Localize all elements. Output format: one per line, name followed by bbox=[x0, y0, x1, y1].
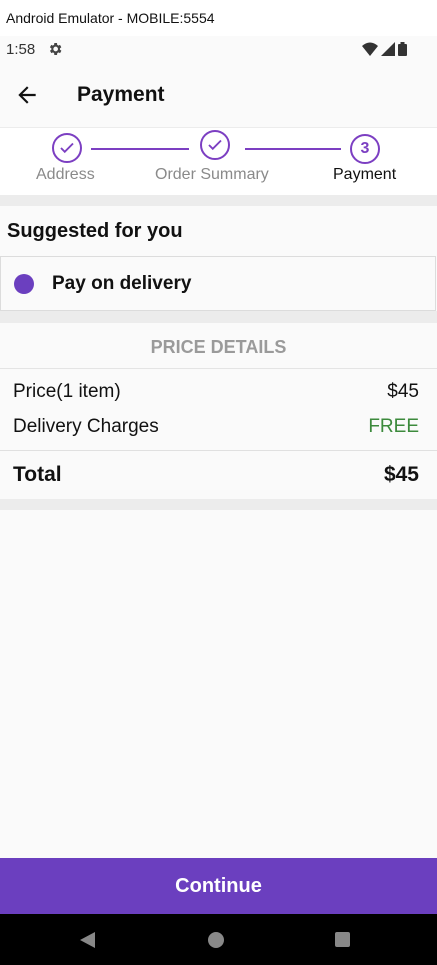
radio-selected-icon[interactable] bbox=[14, 274, 34, 294]
step-label-order-summary: Order Summary bbox=[155, 166, 269, 183]
section-divider bbox=[0, 311, 437, 323]
suggested-section: Suggested for you bbox=[0, 206, 437, 256]
status-time: 1:58 bbox=[6, 41, 36, 58]
step-order-summary-check bbox=[200, 130, 230, 160]
checkout-stepper: 3 Address Order Summary Payment bbox=[0, 127, 437, 196]
total-divider bbox=[0, 450, 437, 451]
total-value: $45 bbox=[383, 463, 419, 486]
continue-button[interactable]: Continue bbox=[0, 858, 437, 914]
pay-on-delivery-option[interactable]: Pay on delivery bbox=[0, 256, 436, 311]
delivery-charges-value: FREE bbox=[368, 416, 419, 437]
check-icon bbox=[60, 142, 74, 154]
step-label-payment: Payment bbox=[333, 166, 397, 183]
section-divider bbox=[0, 195, 437, 206]
gear-icon bbox=[49, 43, 62, 55]
step-connector bbox=[245, 148, 341, 150]
step-number: 3 bbox=[360, 140, 370, 157]
page-title: Payment bbox=[77, 83, 165, 106]
app-bar: Payment bbox=[0, 66, 437, 126]
price-label: Price(1 item) bbox=[13, 381, 121, 402]
step-address-check bbox=[52, 133, 82, 163]
step-connector bbox=[91, 148, 189, 150]
total-label: Total bbox=[13, 463, 62, 486]
battery-icon bbox=[398, 42, 407, 56]
status-icons bbox=[362, 42, 407, 56]
delivery-charges-label: Delivery Charges bbox=[13, 416, 159, 437]
step-label-address: Address bbox=[36, 166, 95, 183]
status-bar: 1:58 bbox=[0, 36, 437, 66]
navigation-bar bbox=[0, 914, 437, 965]
price-details-header: PRICE DETAILS bbox=[0, 323, 437, 369]
price-value: $45 bbox=[387, 381, 419, 402]
window-title: Android Emulator - MOBILE:5554 bbox=[0, 0, 437, 36]
signal-icon bbox=[381, 42, 395, 56]
step-payment-number: 3 bbox=[350, 134, 380, 164]
section-divider bbox=[0, 499, 437, 510]
home-circle-icon[interactable] bbox=[207, 931, 225, 949]
wifi-icon bbox=[362, 42, 378, 56]
pay-on-delivery-label: Pay on delivery bbox=[52, 273, 192, 294]
suggested-title: Suggested for you bbox=[7, 220, 183, 242]
check-icon bbox=[208, 139, 222, 151]
arrow-left-icon[interactable] bbox=[14, 82, 40, 108]
recents-square-icon[interactable] bbox=[334, 931, 351, 948]
price-details-card: PRICE DETAILS Price(1 item) $45 Delivery… bbox=[0, 323, 437, 499]
back-triangle-icon[interactable] bbox=[79, 931, 96, 949]
